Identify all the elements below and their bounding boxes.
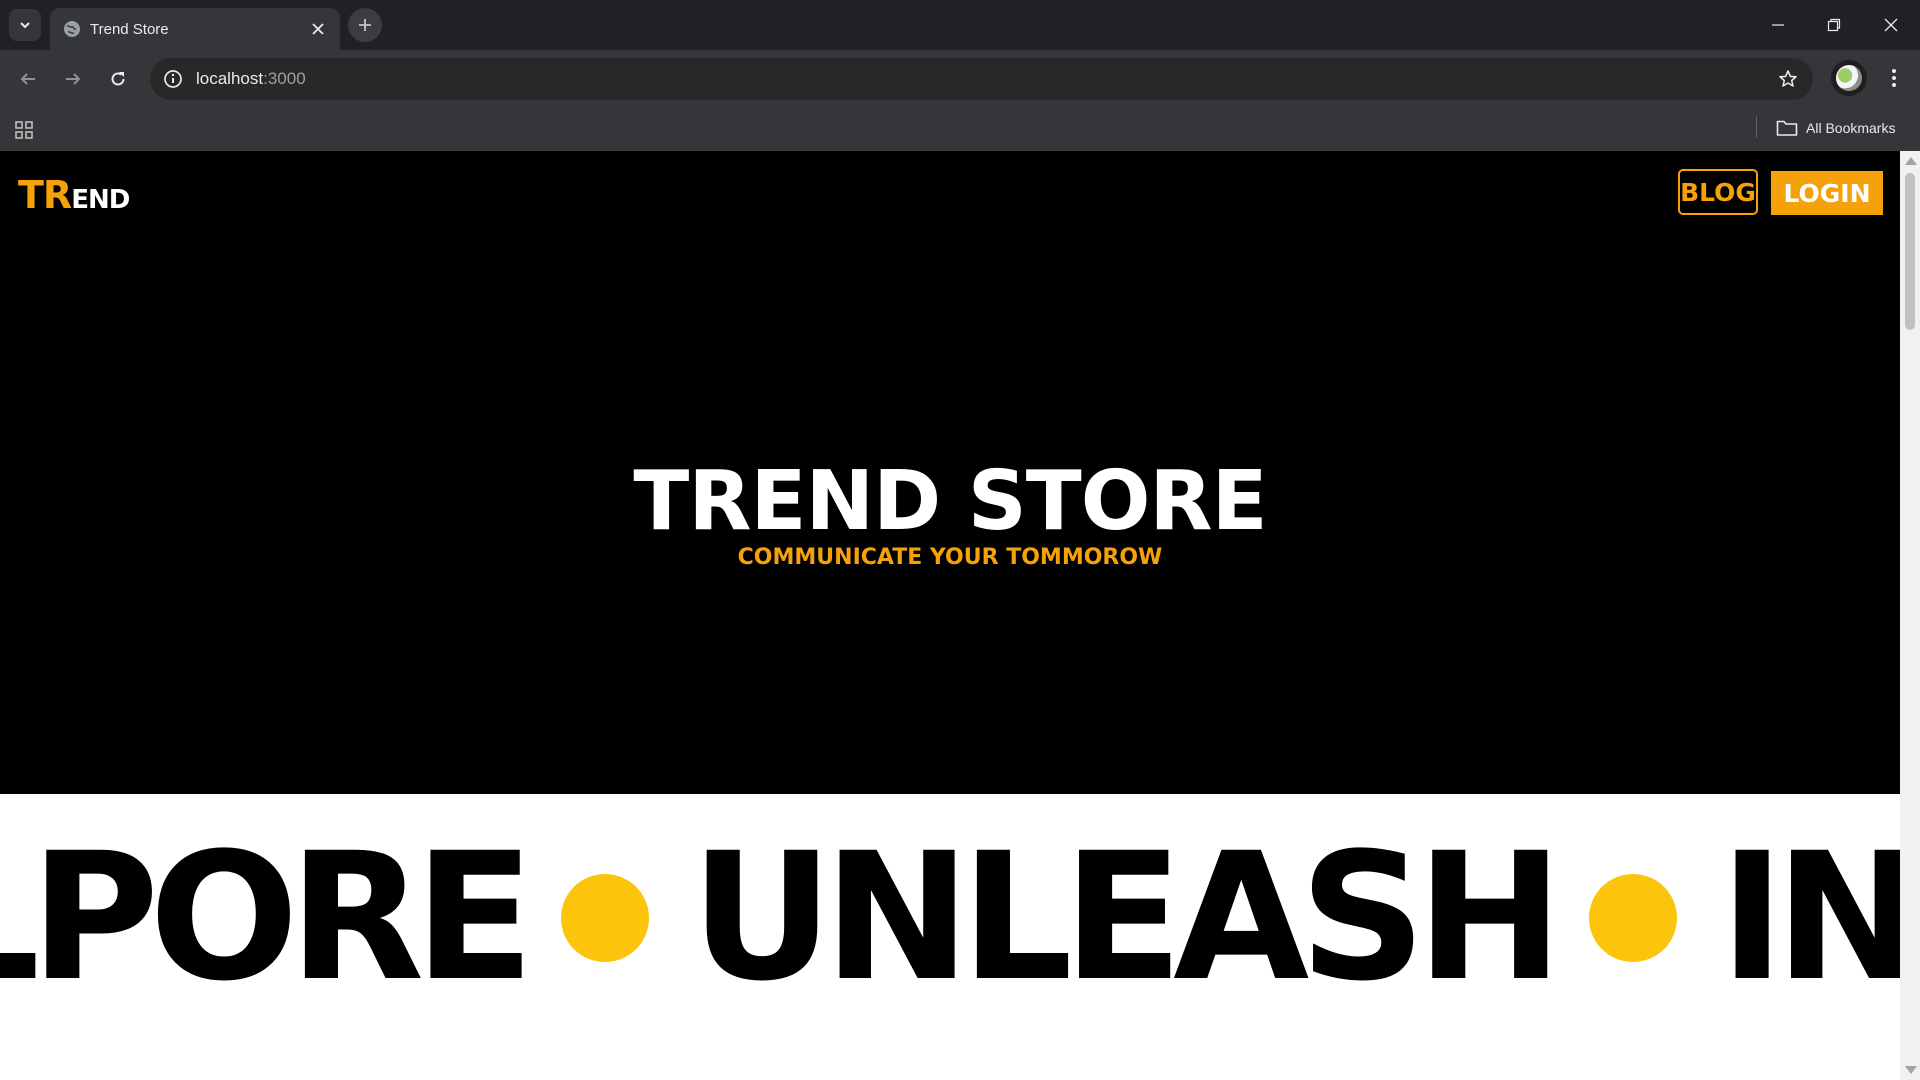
chevron-down-icon [20, 22, 30, 29]
scroll-up-arrow[interactable] [1905, 157, 1917, 165]
bookmarks-separator [1756, 116, 1757, 138]
browser-menu-button[interactable] [1880, 64, 1908, 92]
hero-subtitle: COMMUNICATE YOUR TOMMOROW [737, 545, 1163, 570]
url-host: localhost [196, 69, 264, 88]
blog-button[interactable]: BLOG [1678, 169, 1758, 215]
active-tab[interactable]: Trend Store [50, 8, 340, 50]
scroll-down-arrow[interactable] [1905, 1066, 1917, 1074]
site-logo[interactable]: TR END [18, 173, 130, 217]
tab-title: Trend Store [90, 21, 169, 38]
close-icon [312, 23, 324, 35]
marquee-word: LPORE [0, 815, 535, 1020]
avatar-image [1836, 65, 1862, 91]
tab-strip: Trend Store [0, 0, 1920, 50]
arrow-left-icon [20, 73, 35, 85]
back-button[interactable] [12, 63, 44, 95]
apps-grid-icon [15, 121, 33, 139]
browser-toolbar: localhost:3000 [0, 50, 1920, 107]
new-tab-button[interactable] [348, 8, 382, 42]
marquee-dot [1589, 874, 1678, 962]
marquee-track: LPORE UNLEASH IN [0, 830, 1900, 1006]
plus-icon [359, 19, 371, 31]
login-button[interactable]: LOGIN [1771, 171, 1883, 215]
marquee-dot [560, 874, 649, 962]
logo-highlight: TR [18, 173, 72, 217]
tab-close-button[interactable] [308, 19, 328, 39]
url-port: :3000 [263, 69, 306, 88]
arrow-right-icon [66, 73, 81, 85]
close-icon [1884, 18, 1898, 32]
reload-icon [111, 72, 125, 86]
forward-button[interactable] [57, 63, 89, 95]
info-icon [164, 70, 182, 88]
tab-search-button[interactable] [9, 9, 41, 41]
all-bookmarks-button[interactable]: All Bookmarks [1776, 115, 1895, 141]
star-icon [1779, 70, 1797, 87]
bookmarks-bar: All Bookmarks [0, 107, 1920, 151]
scrollbar-thumb[interactable] [1905, 173, 1915, 330]
restore-button[interactable] [1814, 8, 1854, 42]
minimize-icon [1772, 24, 1784, 26]
restore-icon [1827, 18, 1841, 32]
hero-section: TR END BLOG LOGIN TREND STORE COMMUNICAT… [0, 151, 1900, 794]
url-text[interactable]: localhost:3000 [196, 69, 306, 89]
marquee-word: UNLEASH [690, 815, 1564, 1020]
reload-button[interactable] [102, 63, 134, 95]
bookmark-star-button[interactable] [1777, 68, 1799, 90]
folder-icon [1776, 120, 1798, 136]
marquee-word: IN [1719, 815, 1900, 1020]
logo-rest: END [71, 185, 130, 215]
kebab-icon [1892, 69, 1896, 87]
address-bar[interactable]: localhost:3000 [150, 58, 1813, 100]
hero-title: TREND STORE [633, 454, 1267, 549]
site-info-button[interactable] [162, 68, 184, 90]
page-viewport: TR END BLOG LOGIN TREND STORE COMMUNICAT… [0, 151, 1920, 1080]
minimize-button[interactable] [1758, 8, 1798, 42]
marquee-banner: LPORE UNLEASH IN [0, 794, 1900, 1080]
globe-icon [64, 21, 80, 37]
page-scrollbar[interactable] [1900, 151, 1920, 1080]
apps-button[interactable] [12, 118, 36, 142]
all-bookmarks-label: All Bookmarks [1806, 120, 1896, 136]
close-window-button[interactable] [1871, 8, 1911, 42]
profile-avatar[interactable] [1831, 60, 1867, 96]
